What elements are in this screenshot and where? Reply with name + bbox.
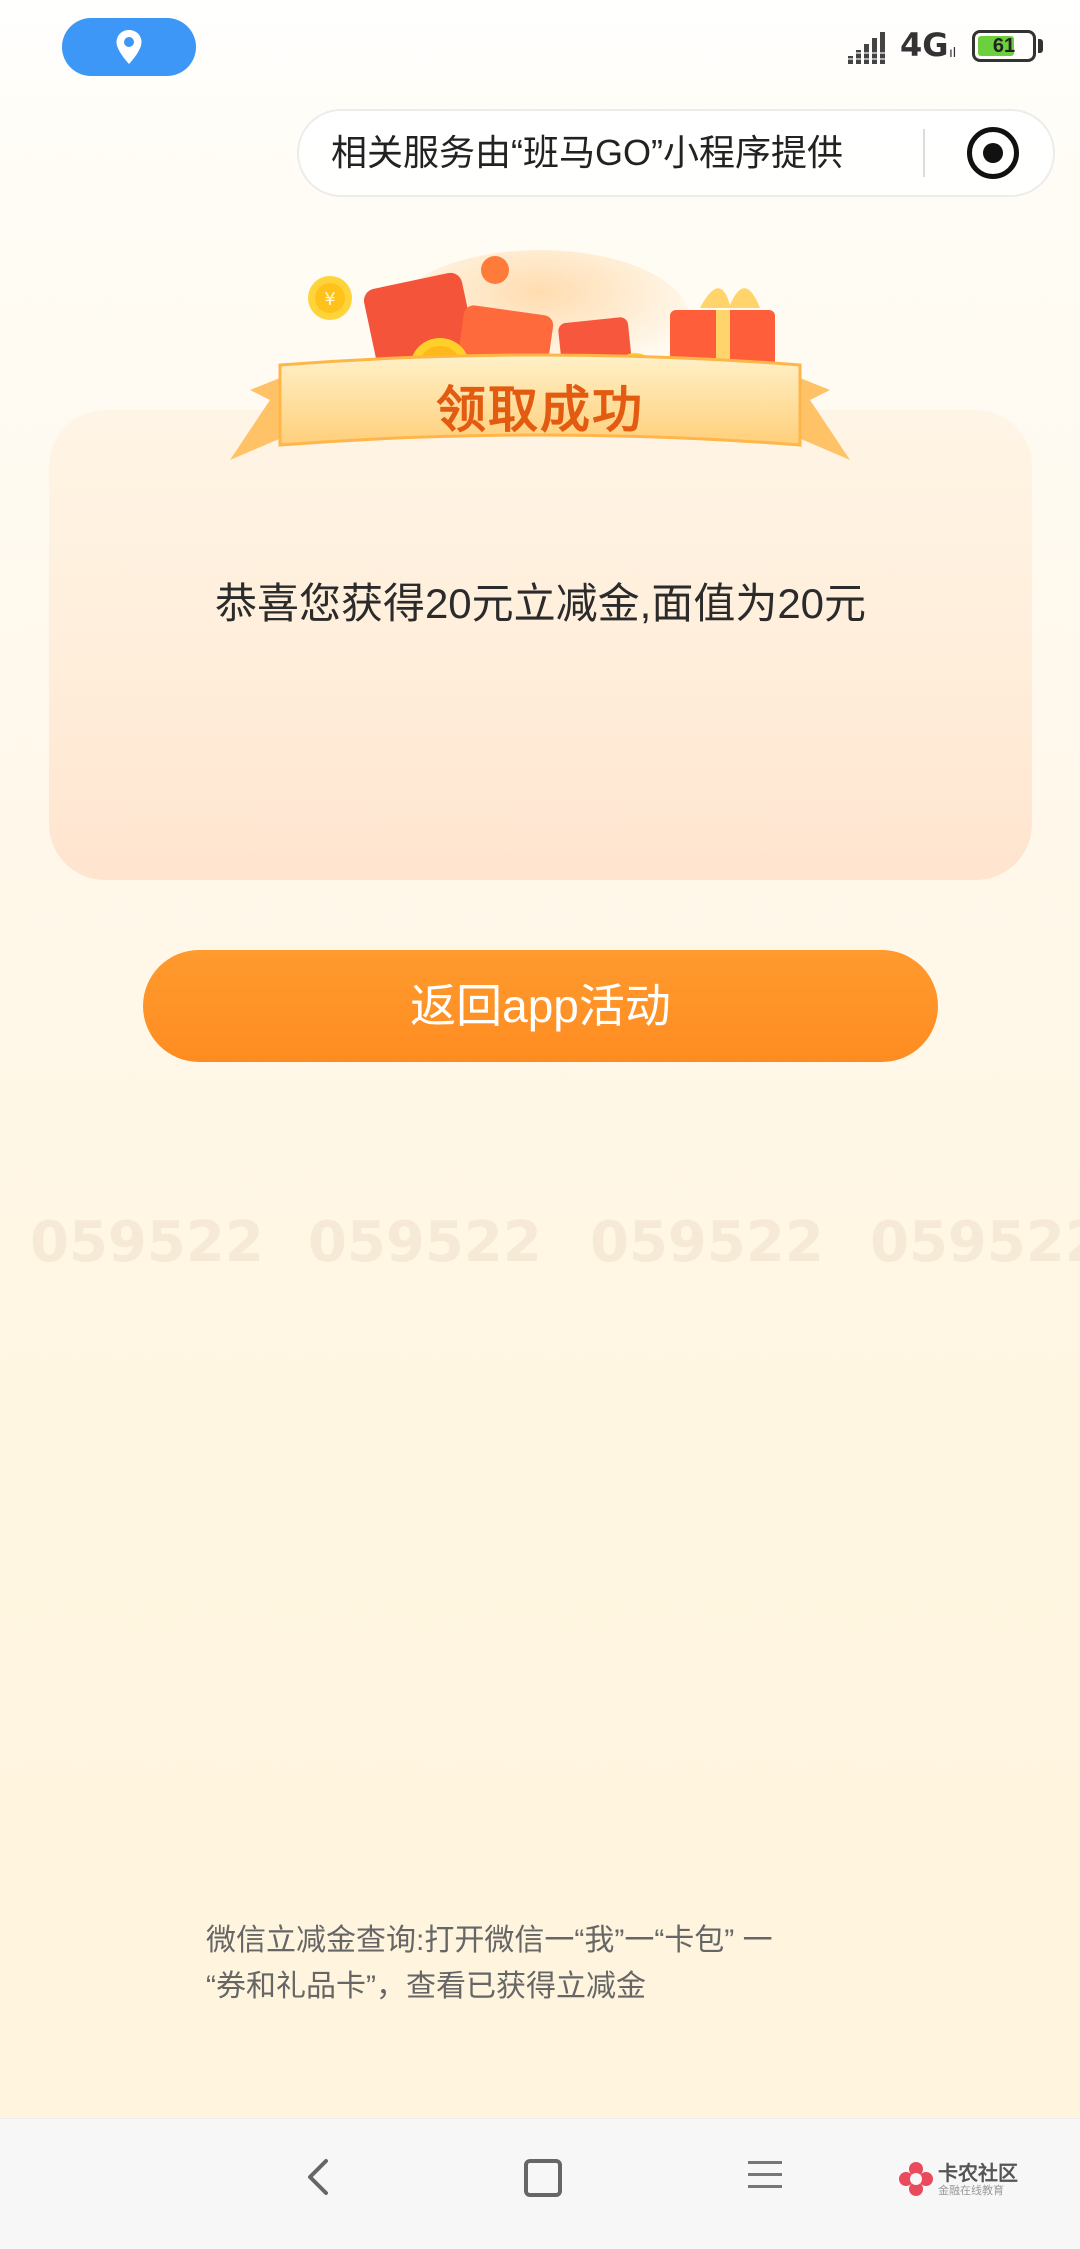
service-provider-text: 相关服务由“班马GO”小程序提供 xyxy=(331,132,843,173)
gift-illustration: ¥ xyxy=(230,250,850,460)
record-dot xyxy=(983,143,1003,163)
network-activity: ıl xyxy=(949,44,956,60)
result-card: 恭喜您获得20元立减金,面值为20元 xyxy=(49,410,1032,880)
status-bar: 4G ıl 61 xyxy=(0,0,1080,95)
success-banner: ¥ 领取成功 xyxy=(230,250,850,480)
watermark: 059522 xyxy=(308,1210,542,1275)
record-icon[interactable] xyxy=(967,127,1019,179)
brand-flower-icon xyxy=(899,2162,933,2196)
divider xyxy=(923,129,925,177)
signal-icon xyxy=(848,32,885,64)
lookup-instructions-line1: 微信立减金查询:打开微信一“我”一“卡包” 一 xyxy=(206,1924,773,1957)
success-title: 领取成功 xyxy=(436,381,644,439)
battery-tip xyxy=(1038,39,1043,53)
return-app-button[interactable]: 返回app活动 xyxy=(143,950,938,1062)
result-message: 恭喜您获得20元立减金,面值为20元 xyxy=(214,580,867,627)
network-type: 4G xyxy=(900,26,949,64)
service-provider-bar: 相关服务由“班马GO”小程序提供 xyxy=(297,109,1055,197)
lookup-instructions-line2: “券和礼品卡”，查看已获得立减金 xyxy=(206,1970,646,2003)
watermark: 059522 xyxy=(590,1210,824,1275)
back-icon[interactable] xyxy=(302,2157,338,2197)
home-icon[interactable] xyxy=(524,2159,562,2197)
brand-tagline: 金融在线教育 xyxy=(938,2185,1004,2197)
system-nav-bar: 卡农社区 金融在线教育 xyxy=(0,2118,1080,2249)
menu-icon[interactable] xyxy=(748,2161,782,2191)
watermark: 059522 xyxy=(30,1210,264,1275)
battery-percentage: 61 xyxy=(992,35,1016,57)
location-icon xyxy=(116,30,142,64)
location-button[interactable] xyxy=(62,18,196,76)
svg-text:¥: ¥ xyxy=(324,289,335,310)
brand-logo: 卡农社区 金融在线教育 xyxy=(898,2155,1048,2205)
watermark: 059522 xyxy=(870,1210,1080,1275)
lookup-instructions: 微信立减金查询:打开微信一“我”一“卡包” 一 “券和礼品卡”，查看已获得立减金 xyxy=(206,1918,906,2010)
